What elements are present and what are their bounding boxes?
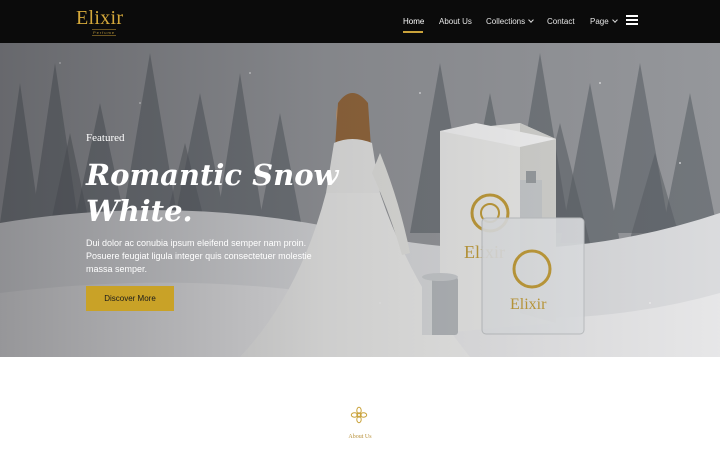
chevron-down-icon — [611, 17, 618, 23]
nav-item-collections-label: Collections — [486, 17, 526, 26]
hero-kicker: Featured — [86, 132, 125, 144]
hamburger-icon[interactable] — [626, 15, 638, 25]
nav-item-collections[interactable]: Collections — [486, 16, 534, 28]
discover-more-button[interactable]: Discover More — [86, 286, 174, 311]
nav-item-page-label: Page — [590, 17, 609, 26]
hero-description: Dui dolor ac conubia ipsum eleifend semp… — [86, 238, 312, 274]
hero-title: Romantic Snow White. — [86, 158, 339, 228]
nav-item-page[interactable]: Page — [590, 16, 618, 28]
top-navbar: Elixir Perfume Home About Us Collections… — [0, 0, 720, 43]
hero-banner: Elixir Elixir Featured Romantic Snow Whi… — [0, 43, 720, 357]
chevron-down-icon — [528, 17, 534, 23]
flower-ornament-icon — [350, 406, 368, 424]
nav-item-home[interactable]: Home — [403, 16, 424, 28]
nav-item-about-us[interactable]: About Us — [439, 16, 472, 28]
nav-active-indicator — [403, 31, 423, 33]
about-us-label: About Us — [348, 434, 372, 440]
nav-item-contact[interactable]: Contact — [547, 16, 575, 28]
main-nav: Home About Us Collections Contact Page — [0, 0, 720, 43]
